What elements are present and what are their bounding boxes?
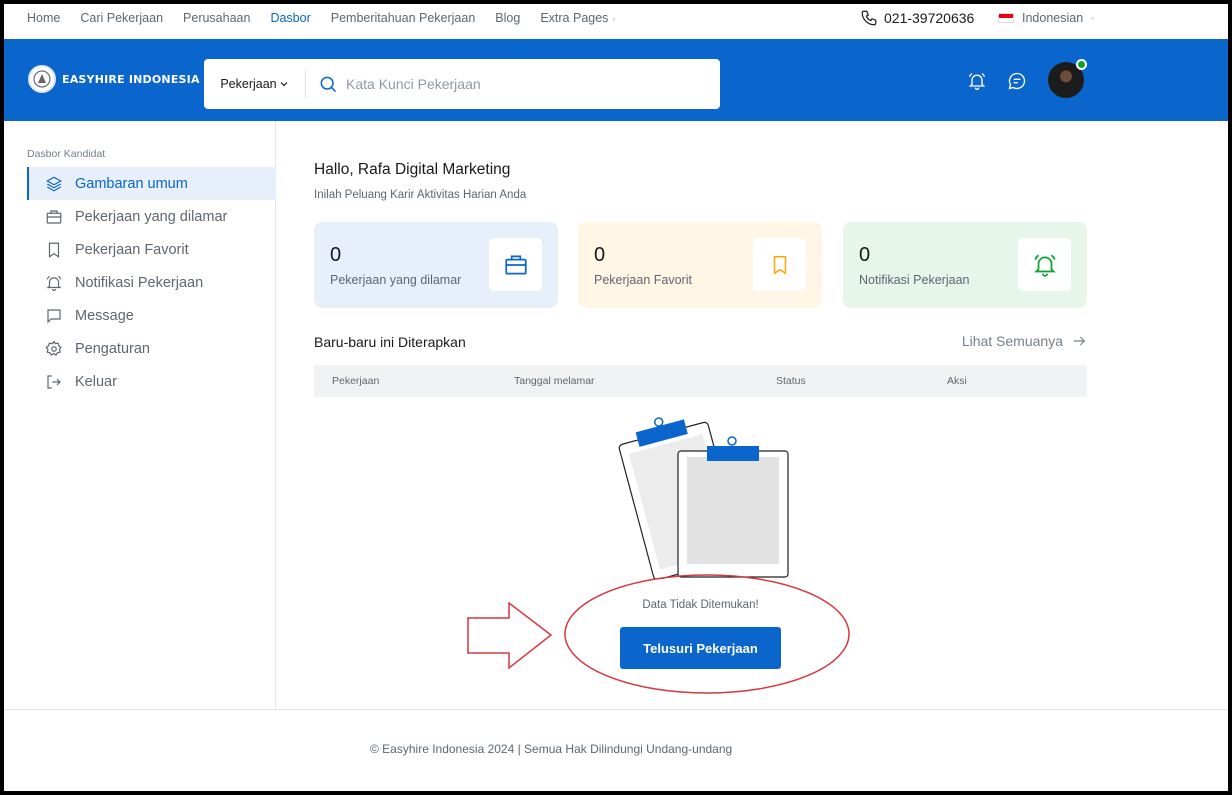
sidebar-item-message[interactable]: Message xyxy=(27,299,276,332)
search-input[interactable] xyxy=(346,76,706,92)
nav-link-home[interactable]: Home xyxy=(27,11,60,25)
sidebar-item-label: Pengaturan xyxy=(75,340,150,357)
page-footer: © Easyhire Indonesia 2024 | Semua Hak Di… xyxy=(4,709,1228,791)
sidebar-title: Dasbor Kandidat xyxy=(27,148,106,160)
stat-value: 0 xyxy=(330,244,342,266)
user-avatar[interactable] xyxy=(1046,59,1087,100)
top-nav: Home Cari Pekerjaan Perusahaan Dasbor Pe… xyxy=(4,4,1228,39)
indonesia-flag-icon xyxy=(998,13,1014,23)
language-label: Indonesian xyxy=(1022,11,1084,25)
online-status-dot xyxy=(1076,59,1087,70)
sidebar-item-favorite-jobs[interactable]: Pekerjaan Favorit xyxy=(27,233,276,266)
chevron-down-icon xyxy=(280,82,288,87)
recent-applied-title: Baru-baru ini Diterapkan xyxy=(314,334,466,350)
stat-label: Pekerjaan Favorit xyxy=(594,273,692,287)
bell-icon[interactable] xyxy=(967,71,987,91)
stat-value: 0 xyxy=(594,244,606,266)
sidebar-item-label: Notifikasi Pekerjaan xyxy=(75,274,204,291)
column-header-job: Pekerjaan xyxy=(332,375,380,387)
sidebar-menu: Gambaran umum Pekerjaan yang dilamar Pek… xyxy=(27,167,276,398)
briefcase-icon xyxy=(46,209,62,224)
message-icon xyxy=(47,308,61,323)
search-category-select[interactable]: Pekerjaan xyxy=(204,69,306,99)
nav-link-find-job[interactable]: Cari Pekerjaan xyxy=(80,11,163,25)
sidebar-item-label: Pekerjaan yang dilamar xyxy=(75,208,228,225)
sidebar-item-label: Keluar xyxy=(75,373,117,390)
empty-clipboard-illustration xyxy=(618,417,789,579)
bell-icon xyxy=(1033,254,1056,277)
sidebar-item-settings[interactable]: Pengaturan xyxy=(27,332,276,365)
logo-emblem-icon xyxy=(28,65,56,93)
stat-icon-box xyxy=(1018,238,1071,291)
stat-label: Pekerjaan yang dilamar xyxy=(330,273,462,287)
phone-contact[interactable]: 021-39720636 xyxy=(860,8,974,28)
nav-link-job-alerts[interactable]: Pemberitahuan Pekerjaan xyxy=(331,11,476,25)
nav-link-companies[interactable]: Perusahaan xyxy=(183,11,250,25)
page-title: Hallo, Rafa Digital Marketing xyxy=(314,161,511,178)
sidebar-item-label: Gambaran umum xyxy=(75,175,188,192)
logout-icon xyxy=(47,374,61,389)
column-header-date: Tanggal melamar xyxy=(514,375,595,387)
stat-card-favorite[interactable]: 0 Pekerjaan Favorit xyxy=(578,222,822,308)
main-header: EASYHIRE INDONESIA Pekerjaan xyxy=(4,39,1228,121)
sidebar-item-overview[interactable]: Gambaran umum xyxy=(27,167,276,200)
stat-card-alerts[interactable]: 0 Notifikasi Pekerjaan xyxy=(843,222,1087,308)
empty-state-message: Data Tidak Ditemukan! xyxy=(642,599,759,611)
phone-icon xyxy=(861,10,877,26)
browse-jobs-button[interactable]: Telusuri Pekerjaan xyxy=(620,627,781,669)
nav-link-extra-pages[interactable]: Extra Pages ▫ xyxy=(540,11,615,25)
brand-logo[interactable]: EASYHIRE INDONESIA xyxy=(28,65,200,93)
sidebar-item-label: Pekerjaan Favorit xyxy=(75,241,189,258)
stat-icon-box xyxy=(489,238,542,291)
table-header: Pekerjaan Tanggal melamar Status Aksi xyxy=(314,365,1087,397)
column-header-status: Status xyxy=(776,375,806,387)
layers-icon xyxy=(46,176,62,191)
nav-link-dashboard[interactable]: Dasbor xyxy=(270,11,310,25)
sidebar-item-label: Message xyxy=(75,307,134,324)
sidebar-item-logout[interactable]: Keluar xyxy=(27,365,276,398)
gear-icon xyxy=(45,339,62,356)
column-header-action: Aksi xyxy=(947,375,967,387)
search-icon xyxy=(320,76,337,93)
stat-icon-box xyxy=(753,238,806,291)
see-all-label: Lihat Semuanya xyxy=(961,333,1063,349)
annotation-arrow xyxy=(467,601,553,670)
stat-value: 0 xyxy=(859,244,871,266)
nav-link-blog[interactable]: Blog xyxy=(495,11,520,25)
candidate-sidebar: Dasbor Kandidat Gambaran umum Pekerjaan … xyxy=(4,121,276,709)
job-search-bar: Pekerjaan xyxy=(204,59,720,109)
top-nav-links: Home Cari Pekerjaan Perusahaan Dasbor Pe… xyxy=(27,4,635,32)
bookmark-icon xyxy=(773,255,786,275)
stat-card-applied[interactable]: 0 Pekerjaan yang dilamar xyxy=(314,222,558,308)
phone-number: 021-39720636 xyxy=(884,10,975,26)
page-subtitle: Inilah Peluang Karir Aktivitas Harian An… xyxy=(314,189,527,201)
nav-link-extra-pages-label: Extra Pages xyxy=(540,11,609,25)
briefcase-icon xyxy=(504,254,527,275)
chevron-down-icon: ▫ xyxy=(1091,13,1095,23)
copyright-text: © Easyhire Indonesia 2024 | Semua Hak Di… xyxy=(370,742,733,756)
brand-name: EASYHIRE INDONESIA xyxy=(62,72,200,86)
arrow-right-icon xyxy=(1073,336,1086,346)
search-category-value: Pekerjaan xyxy=(220,77,277,91)
chevron-down-icon: ▫ xyxy=(612,15,616,24)
stat-label: Notifikasi Pekerjaan xyxy=(859,273,970,287)
see-all-link[interactable]: Lihat Semuanya xyxy=(962,333,1087,349)
sidebar-item-job-alerts[interactable]: Notifikasi Pekerjaan xyxy=(27,266,276,299)
bell-icon xyxy=(46,275,62,291)
page-frame: Home Cari Pekerjaan Perusahaan Dasbor Pe… xyxy=(4,4,1228,791)
bookmark-icon xyxy=(48,242,60,258)
language-selector[interactable]: Indonesian ▫ xyxy=(998,8,1094,28)
chat-icon[interactable] xyxy=(1007,71,1027,91)
sidebar-item-applied-jobs[interactable]: Pekerjaan yang dilamar xyxy=(27,200,276,233)
